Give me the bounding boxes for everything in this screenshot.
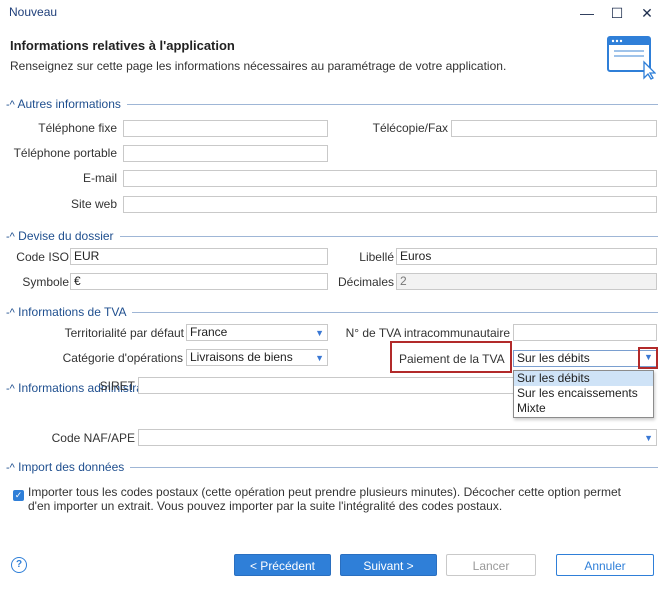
section-import-header[interactable]: -^ Import des données xyxy=(6,460,131,474)
territorialite-label: Territorialité par défaut xyxy=(64,326,184,340)
check-icon: ✓ xyxy=(14,490,23,500)
section-tva-header[interactable]: -^ Informations de TVA xyxy=(6,305,133,319)
num-tva-field[interactable] xyxy=(513,324,657,341)
categorie-label: Catégorie d'opérations xyxy=(62,351,183,365)
section-title: Autres informations xyxy=(17,97,121,111)
decimales-label: Décimales xyxy=(337,275,394,289)
categorie-select[interactable]: Livraisons de biens ▼ xyxy=(186,349,328,366)
minimize-button[interactable]: — xyxy=(574,2,600,24)
page-subtitle: Renseignez sur cette page les informatio… xyxy=(10,59,507,73)
dropdown-arrow-icon: ▼ xyxy=(644,433,653,443)
chevron-up-icon: -^ xyxy=(6,462,15,474)
telephone-fixe-field[interactable] xyxy=(123,120,328,137)
symbole-field[interactable]: € xyxy=(70,273,328,290)
dropdown-option[interactable]: Mixte xyxy=(514,401,653,416)
site-web-label: Site web xyxy=(70,197,117,211)
paiement-select[interactable]: Sur les débits xyxy=(513,350,657,367)
symbole-label: Symbole xyxy=(22,275,69,289)
email-label: E-mail xyxy=(82,171,117,185)
site-web-field[interactable] xyxy=(123,196,657,213)
maximize-button[interactable]: ☐ xyxy=(604,2,630,24)
telecopie-field[interactable] xyxy=(451,120,657,137)
section-title: Import des données xyxy=(18,460,125,474)
num-tva-label: N° de TVA intracommunautaire xyxy=(345,326,510,340)
siret-label: SIRET xyxy=(99,379,135,393)
libelle-label: Libellé xyxy=(359,250,394,264)
window-icon xyxy=(607,36,656,80)
help-icon[interactable]: ? xyxy=(11,557,27,573)
code-iso-field[interactable]: EUR xyxy=(70,248,328,265)
categorie-value: Livraisons de biens xyxy=(190,350,293,364)
telephone-portable-label: Téléphone portable xyxy=(13,146,117,160)
dropdown-option[interactable]: Sur les encaissements xyxy=(514,386,653,401)
siret-field[interactable] xyxy=(138,377,514,394)
dropdown-option[interactable]: Sur les débits xyxy=(514,371,653,386)
telecopie-label: Télécopie/Fax xyxy=(372,121,448,135)
page-title: Informations relatives à l'application xyxy=(10,38,235,53)
telephone-fixe-label: Téléphone fixe xyxy=(38,121,117,135)
chevron-up-icon: -^ xyxy=(6,231,15,243)
dropdown-arrow-icon: ▼ xyxy=(315,328,324,338)
window-title: Nouveau xyxy=(9,5,58,19)
section-devise-header[interactable]: -^ Devise du dossier xyxy=(6,229,120,243)
paiement-dropdown-list: Sur les débits Sur les encaissements Mix… xyxy=(513,370,654,418)
import-description: Importer tous les codes postaux (cette o… xyxy=(28,485,658,513)
decimales-field: 2 xyxy=(396,273,657,290)
title-bar: Nouveau — ☐ ✕ xyxy=(0,0,667,26)
territorialite-select[interactable]: France ▼ xyxy=(186,324,328,341)
section-title: Informations de TVA xyxy=(18,305,127,319)
chevron-up-icon: -^ xyxy=(6,307,15,319)
section-title: Devise du dossier xyxy=(18,229,114,243)
libelle-field[interactable]: Euros xyxy=(396,248,657,265)
previous-button[interactable]: < Précédent xyxy=(234,554,331,576)
chevron-up-icon: -^ xyxy=(6,383,15,395)
paiement-value: Sur les débits xyxy=(517,351,590,365)
import-text-line: d'en importer un extrait. Vous pouvez im… xyxy=(28,499,503,513)
launch-button: Lancer xyxy=(446,554,536,576)
dropdown-arrow-icon: ▼ xyxy=(315,353,324,363)
dropdown-arrow-icon[interactable]: ▼ xyxy=(644,352,653,362)
territorialite-value: France xyxy=(190,325,228,339)
import-codes-postaux-checkbox[interactable]: ✓ xyxy=(13,490,24,501)
telephone-portable-field[interactable] xyxy=(123,145,328,162)
naf-select[interactable]: ▼ xyxy=(138,429,657,446)
close-button[interactable]: ✕ xyxy=(634,2,660,24)
next-button[interactable]: Suivant > xyxy=(340,554,437,576)
cancel-button[interactable]: Annuler xyxy=(556,554,654,576)
import-text-line: Importer tous les codes postaux (cette o… xyxy=(28,485,621,499)
paiement-label: Paiement de la TVA xyxy=(399,352,505,366)
email-field[interactable] xyxy=(123,170,657,187)
naf-label: Code NAF/APE xyxy=(51,431,135,445)
section-autres-header[interactable]: -^ Autres informations xyxy=(6,97,127,111)
chevron-up-icon: -^ xyxy=(6,99,15,111)
code-iso-label: Code ISO xyxy=(16,250,69,264)
